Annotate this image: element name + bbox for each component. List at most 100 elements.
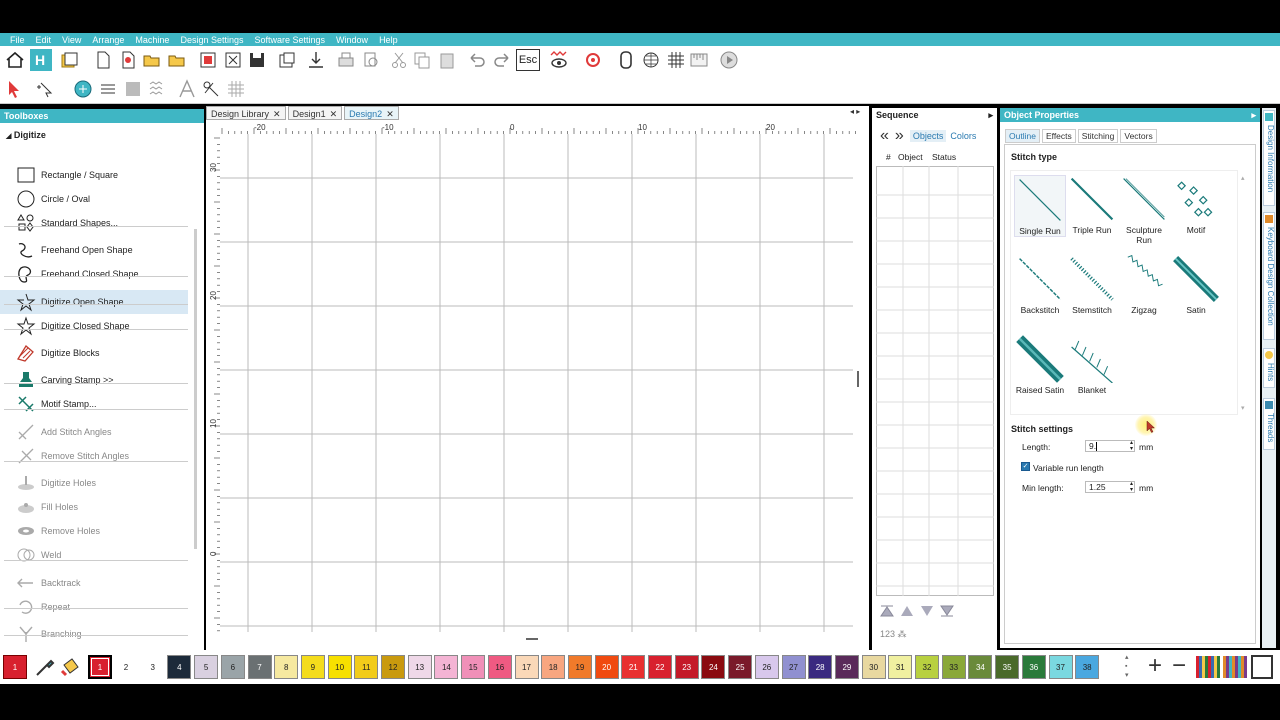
- send-to-machine-icon[interactable]: [305, 49, 327, 71]
- expand-arrow-icon[interactable]: ▸: [988, 108, 993, 122]
- color-fill-icon[interactable]: [58, 655, 82, 679]
- prev-object-icon[interactable]: «: [880, 127, 889, 145]
- tool-standard-shapes[interactable]: Standard Shapes...: [0, 211, 188, 235]
- play-stitch-icon[interactable]: [718, 49, 740, 71]
- hatch-logo-icon[interactable]: H: [30, 49, 52, 71]
- close-icon[interactable]: ✕: [330, 109, 338, 119]
- color-swatch-24[interactable]: 24: [701, 655, 726, 679]
- tool-remove-stitch-angles[interactable]: Remove Stitch Angles: [0, 444, 188, 468]
- undo-icon[interactable]: [466, 49, 488, 71]
- reshape-icon[interactable]: [34, 78, 56, 100]
- stitch-type-single-run[interactable]: Single Run: [1014, 175, 1066, 237]
- stitch-type-sculpture-run[interactable]: Sculpture Run: [1118, 175, 1170, 245]
- print-preview-icon[interactable]: [360, 49, 382, 71]
- gallery-scroll-down-icon[interactable]: ▾: [1241, 404, 1245, 412]
- hoop-icon[interactable]: [615, 49, 637, 71]
- tool-repeat[interactable]: Repeat: [0, 595, 188, 619]
- color-swatch-9[interactable]: 9: [300, 655, 325, 679]
- move-to-top-icon[interactable]: [880, 605, 894, 617]
- fill-icon[interactable]: [122, 78, 144, 100]
- tool-freehand-open-shape[interactable]: Freehand Open Shape: [0, 238, 188, 262]
- color-swatch-36[interactable]: 36: [1021, 655, 1046, 679]
- tool-rectangle-square[interactable]: Rectangle / Square: [0, 163, 188, 187]
- tool-branching[interactable]: Branching: [0, 622, 188, 646]
- tool-digitize-closed-shape[interactable]: Digitize Closed Shape: [0, 314, 188, 338]
- color-swatch-11[interactable]: 11: [354, 655, 379, 679]
- tab-design1[interactable]: Design1 ✕: [287, 106, 343, 120]
- color-swatch-33[interactable]: 33: [941, 655, 966, 679]
- tab-design-library[interactable]: Design Library ✕: [206, 106, 286, 120]
- tool-freehand-closed-shape[interactable]: Freehand Closed Shape: [0, 262, 188, 286]
- stitch-type-blanket[interactable]: Blanket: [1066, 335, 1118, 395]
- length-input[interactable]: 9. ▴ ▾: [1085, 440, 1135, 452]
- length-spinner[interactable]: ▴ ▾: [1130, 440, 1133, 452]
- color-swatch-18[interactable]: 18: [541, 655, 566, 679]
- import-icon[interactable]: [197, 49, 219, 71]
- color-swatch-30[interactable]: 30: [861, 655, 886, 679]
- menu-help[interactable]: Help: [379, 35, 398, 45]
- color-swatch-10[interactable]: 10: [327, 655, 352, 679]
- color-swatch-7[interactable]: 7: [247, 655, 272, 679]
- show-stitches-icon[interactable]: [548, 49, 570, 71]
- open-recent-icon[interactable]: [166, 49, 188, 71]
- esc-button[interactable]: Esc: [516, 49, 540, 71]
- sequence-list[interactable]: [876, 166, 994, 596]
- toolbox-scrollbar[interactable]: [194, 229, 197, 549]
- menu-design-settings[interactable]: Design Settings: [180, 35, 243, 45]
- auto-fabric-icon[interactable]: [97, 78, 119, 100]
- show-grid-circle-icon[interactable]: [640, 49, 662, 71]
- move-to-bottom-icon[interactable]: [940, 605, 954, 617]
- color-swatch-35[interactable]: 35: [995, 655, 1020, 679]
- thread-charts-icon[interactable]: [1196, 656, 1220, 678]
- cut-icon[interactable]: [388, 49, 410, 71]
- save-icon[interactable]: [246, 49, 268, 71]
- close-icon[interactable]: ✕: [273, 109, 281, 119]
- min-length-input[interactable]: 1.25 ▴ ▾: [1085, 481, 1135, 493]
- design-grid[interactable]: [220, 134, 853, 632]
- remove-color-icon[interactable]: −: [1167, 654, 1191, 679]
- tab-objects[interactable]: Objects: [909, 130, 947, 142]
- save-as-icon[interactable]: [276, 49, 298, 71]
- color-swatch-14[interactable]: 14: [434, 655, 459, 679]
- stitch-type-motif[interactable]: Motif: [1170, 175, 1222, 235]
- current-color-swatch[interactable]: 1: [3, 655, 27, 679]
- horizontal-scroll-thumb[interactable]: [526, 638, 538, 640]
- new-file-icon[interactable]: [92, 49, 114, 71]
- tool-fill-holes[interactable]: Fill Holes: [0, 495, 188, 519]
- tab-vectors[interactable]: Vectors: [1120, 129, 1157, 143]
- gallery-scroll-up-icon[interactable]: ▴: [1241, 174, 1245, 182]
- tab-colors[interactable]: Colors: [950, 131, 976, 141]
- tab-scroll-arrows[interactable]: ◂ ▸: [850, 107, 860, 116]
- color-swatch-16[interactable]: 16: [487, 655, 512, 679]
- expand-arrow-icon[interactable]: ▸: [1251, 108, 1256, 122]
- home-icon[interactable]: [4, 49, 26, 71]
- add-color-icon[interactable]: +: [1143, 654, 1167, 679]
- open-folder-icon[interactable]: [141, 49, 163, 71]
- menu-view[interactable]: View: [62, 35, 81, 45]
- color-swatch-28[interactable]: 28: [808, 655, 833, 679]
- tool-circle-oval[interactable]: Circle / Oval: [0, 187, 188, 211]
- digitize-section[interactable]: ◢ Digitize: [0, 130, 204, 144]
- stitch-player-icon[interactable]: [72, 78, 94, 100]
- color-swatch-2[interactable]: 2: [114, 655, 138, 679]
- color-swatch-32[interactable]: 32: [915, 655, 939, 679]
- fullscreen-icon[interactable]: [1251, 655, 1273, 679]
- variable-run-checkbox[interactable]: ✓: [1021, 462, 1030, 471]
- selected-color-swatch[interactable]: 1: [88, 655, 112, 679]
- close-icon[interactable]: ✕: [386, 109, 394, 119]
- min-length-spinner[interactable]: ▴ ▾: [1130, 481, 1133, 493]
- palette-scroll[interactable]: ▴ ▪ ▾: [1125, 653, 1129, 680]
- knife-icon[interactable]: [200, 78, 222, 100]
- tool-digitize-open-shape[interactable]: Digitize Open Shape: [0, 290, 188, 314]
- redo-icon[interactable]: [491, 49, 513, 71]
- eyedropper-icon[interactable]: [33, 655, 57, 679]
- move-down-icon[interactable]: [920, 605, 934, 617]
- tool-backtrack[interactable]: Backtrack: [0, 571, 188, 595]
- stitch-type-raised-satin[interactable]: Raised Satin: [1014, 335, 1066, 395]
- pattern-fill-icon[interactable]: [146, 78, 168, 100]
- next-object-icon[interactable]: »: [895, 127, 904, 145]
- tab-effects[interactable]: Effects: [1041, 129, 1076, 143]
- menu-arrange[interactable]: Arrange: [92, 35, 124, 45]
- tab-stitching[interactable]: Stitching: [1077, 129, 1119, 143]
- color-swatch-22[interactable]: 22: [648, 655, 672, 679]
